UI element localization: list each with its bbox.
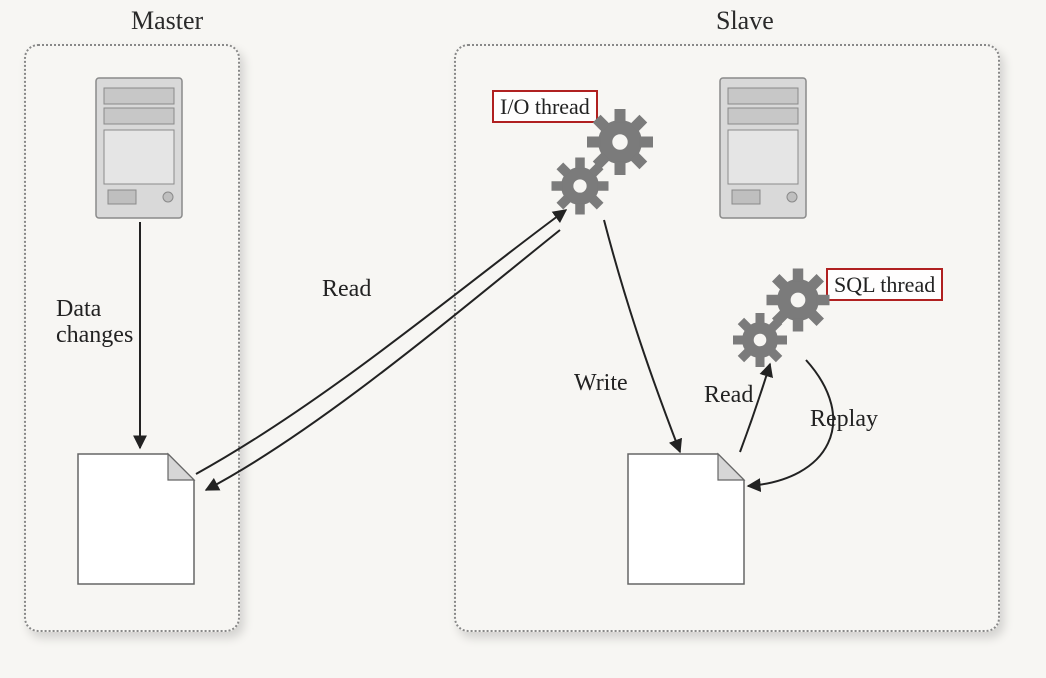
sql-thread-box: SQL thread [826, 268, 943, 301]
master-title: Master [131, 6, 203, 36]
slave-title: Slave [716, 6, 774, 36]
slave-group [454, 44, 1000, 632]
write-label: Write [574, 370, 628, 397]
relay-log-box: Relay log [640, 498, 707, 554]
replay-label: Replay [810, 406, 878, 433]
read-label: Read [322, 276, 371, 303]
io-thread-box: I/O thread [492, 90, 598, 123]
read2-label: Read [704, 382, 753, 409]
data-changes-label: Data changes [56, 296, 133, 349]
binary-log-box: Binary log [90, 498, 166, 554]
